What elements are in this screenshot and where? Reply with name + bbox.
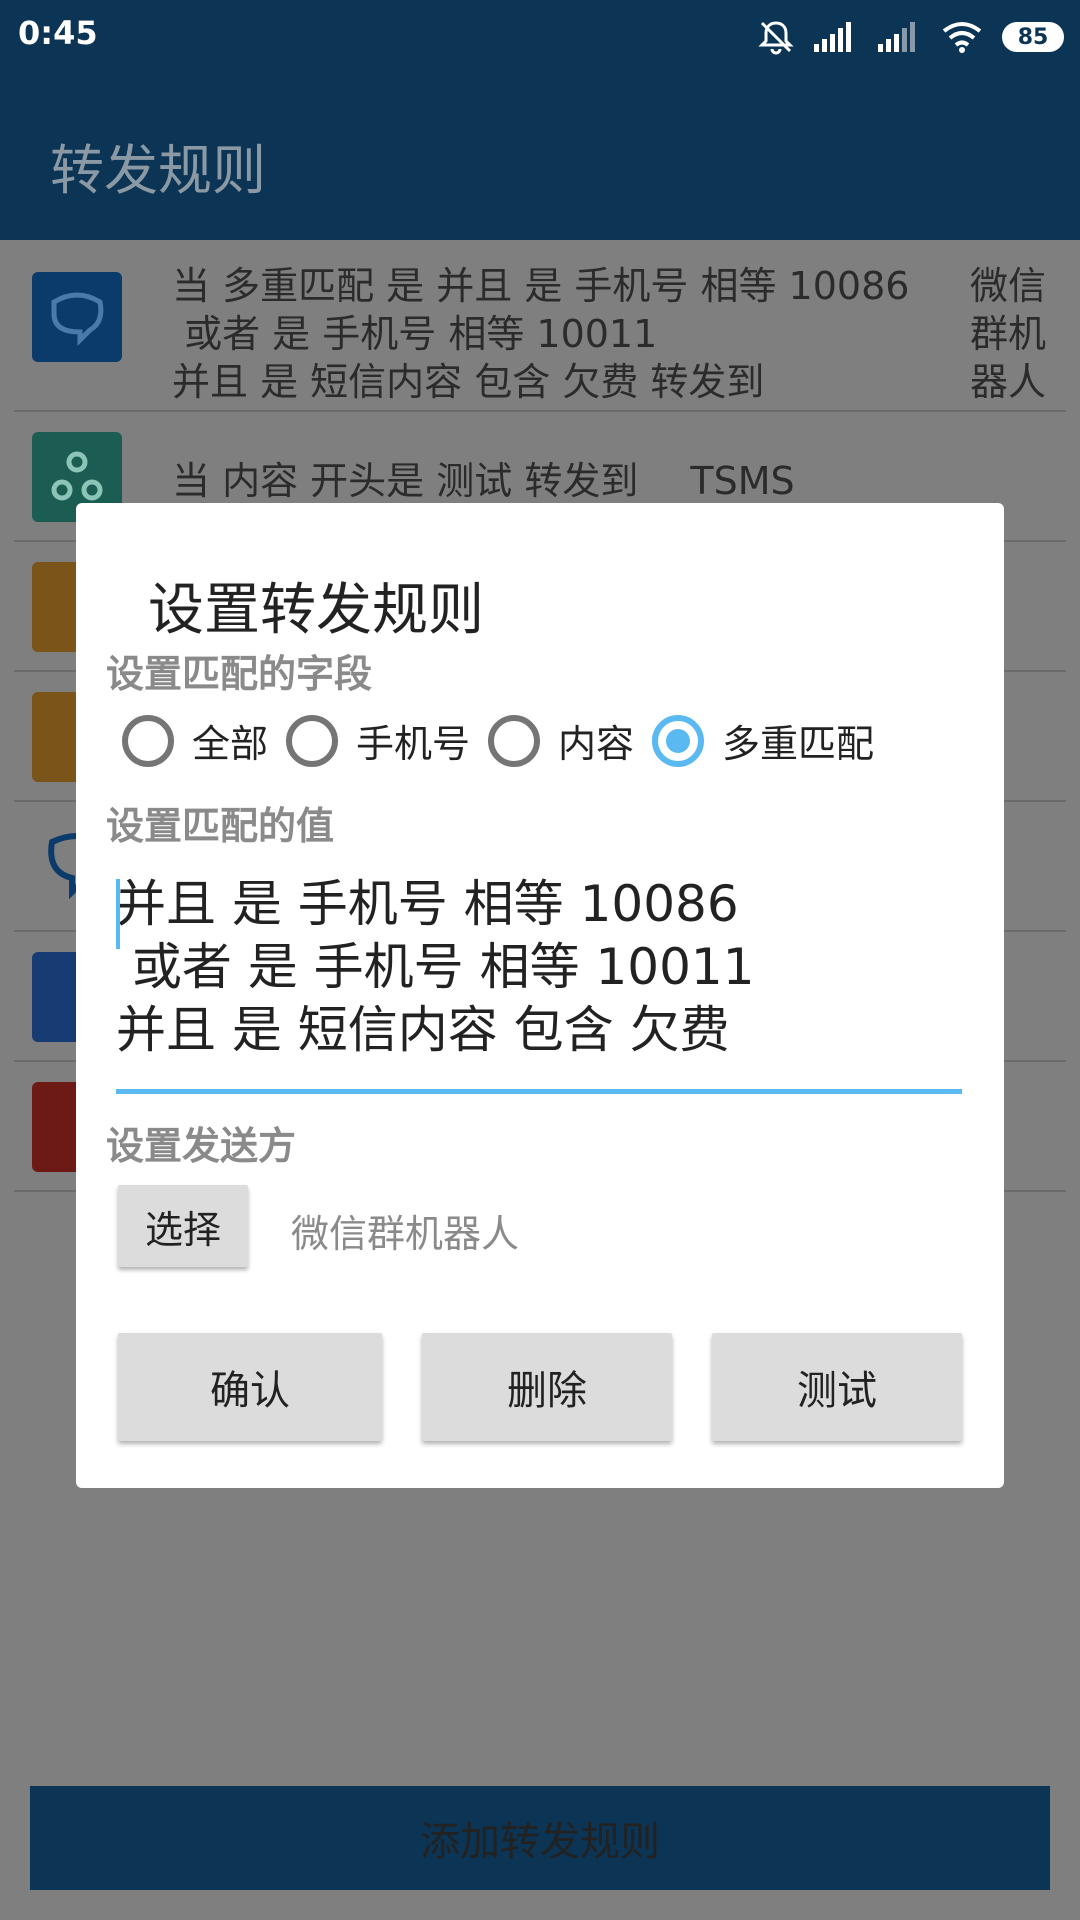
dialog-title: 设置转发规则 xyxy=(148,578,484,643)
radio-content[interactable]: 内容 xyxy=(488,713,634,768)
battery-icon: 85 xyxy=(1002,22,1064,52)
status-icons: 85 xyxy=(758,14,1064,60)
radio-phone[interactable]: 手机号 xyxy=(286,713,470,768)
status-bar: 0:45 85 xyxy=(0,0,1080,76)
confirm-button[interactable]: 确认 xyxy=(118,1333,382,1441)
rule-text: 当 多重匹配 是 并且 是 手机号 相等 10086 或者 是 手机号 相等 1… xyxy=(172,264,910,404)
radio-unchecked-icon xyxy=(488,714,541,767)
notifications-off-icon xyxy=(758,21,794,55)
radio-unchecked-icon xyxy=(122,714,174,767)
rule-item[interactable]: 当 多重匹配 是 并且 是 手机号 相等 10086 或者 是 手机号 相等 1… xyxy=(14,240,1066,412)
wifi-icon xyxy=(942,22,982,53)
signal-weak-icon xyxy=(878,22,915,52)
text-cursor xyxy=(116,879,120,949)
signal-icon xyxy=(814,22,851,52)
add-rule-button[interactable]: 添加转发规则 xyxy=(30,1786,1050,1890)
value-label: 设置匹配的值 xyxy=(106,804,335,848)
selected-sender: 微信群机器人 xyxy=(291,1212,520,1256)
radio-unchecked-icon xyxy=(286,714,339,767)
field-label: 设置匹配的字段 xyxy=(106,652,373,696)
app-bar: 转发规则 xyxy=(0,76,1080,240)
match-value-input[interactable]: 并且 是 手机号 相等 10086 或者 是 手机号 相等 10011 并且 是… xyxy=(116,873,962,1094)
select-sender-button[interactable]: 选择 xyxy=(118,1185,248,1267)
page-title: 转发规则 xyxy=(50,139,266,202)
delete-button[interactable]: 删除 xyxy=(422,1333,672,1441)
rule-dialog: 设置转发规则 设置匹配的字段 全部 手机号 内容 多重匹配 设置匹配的值 并且 … xyxy=(76,503,1004,1488)
radio-all[interactable]: 全部 xyxy=(122,713,268,768)
rule-text: 当 内容 开头是 测试 转发到 TSMS xyxy=(172,459,795,503)
wechat-bot-icon xyxy=(32,272,122,362)
match-field-radio-group: 全部 手机号 内容 多重匹配 xyxy=(122,713,892,768)
rule-sender: 微信群机器人 xyxy=(970,264,1047,404)
radio-multi-match[interactable]: 多重匹配 xyxy=(652,713,874,768)
test-button[interactable]: 测试 xyxy=(712,1333,962,1441)
sender-label: 设置发送方 xyxy=(106,1124,297,1168)
status-time: 0:45 xyxy=(18,14,98,52)
radio-checked-icon xyxy=(652,714,705,767)
